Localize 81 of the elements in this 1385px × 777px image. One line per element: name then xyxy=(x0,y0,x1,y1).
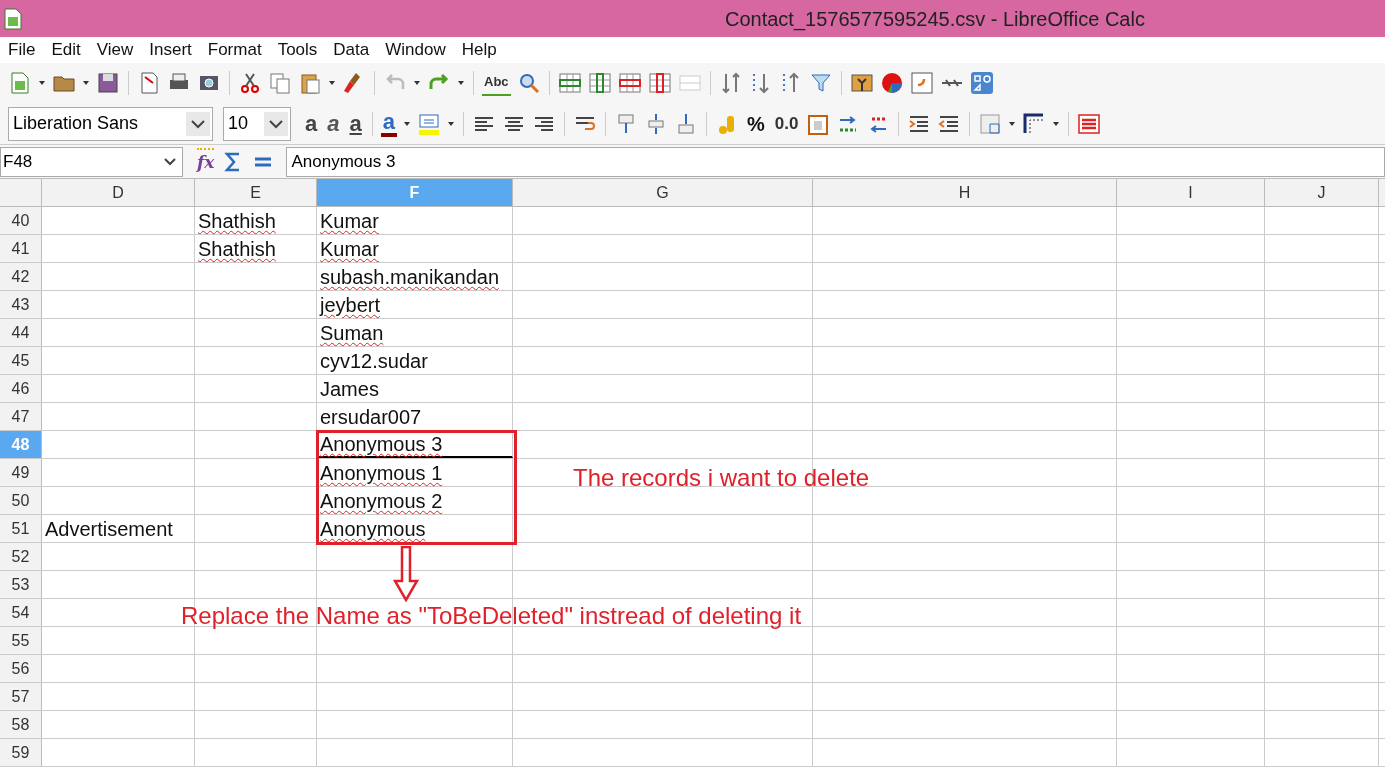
row-header[interactable]: 53 xyxy=(0,571,42,598)
table-cell: Anonymous 1 xyxy=(317,459,513,486)
row-header[interactable]: 56 xyxy=(0,655,42,682)
row-header[interactable]: 59 xyxy=(0,739,42,766)
table-cell: Anonymous xyxy=(317,515,513,542)
table-cell: James xyxy=(317,375,513,402)
column-delete-icon[interactable] xyxy=(647,71,672,95)
table-cell: jeybert xyxy=(317,291,513,318)
column-header[interactable]: J xyxy=(1265,179,1379,206)
down-arrow xyxy=(393,546,419,602)
table-cell: Kumar xyxy=(317,235,513,262)
column-header[interactable]: G xyxy=(513,179,813,206)
menu-item[interactable]: Help xyxy=(453,37,505,63)
table-cell: cyv12.sudar xyxy=(317,347,513,374)
row-header[interactable]: 45 xyxy=(0,347,42,374)
menu-item[interactable]: Edit xyxy=(43,37,89,63)
row-header[interactable]: 52 xyxy=(0,543,42,570)
row-header[interactable]: 43 xyxy=(0,291,42,318)
row-header[interactable]: 57 xyxy=(0,683,42,710)
highlight-color-icon[interactable] xyxy=(417,111,441,136)
column-header[interactable]: D xyxy=(42,179,195,206)
pie-chart-icon[interactable] xyxy=(879,71,904,95)
table-cell: Shathish xyxy=(195,235,317,262)
table-cell: Anonymous 2 xyxy=(317,487,513,514)
row-header[interactable]: 50 xyxy=(0,487,42,514)
row-header[interactable]: 41 xyxy=(0,235,42,262)
spreadsheet-app-icon xyxy=(4,7,22,30)
save-icon[interactable] xyxy=(96,71,120,95)
dropdown-icon xyxy=(264,111,288,136)
row-header[interactable]: 44 xyxy=(0,319,42,346)
row-header[interactable]: 46 xyxy=(0,375,42,402)
row-header[interactable]: 42 xyxy=(0,263,42,290)
column-insert-icon[interactable] xyxy=(587,71,612,95)
font-size-combo[interactable]: 10 xyxy=(223,106,291,141)
row-header[interactable]: 49 xyxy=(0,459,42,486)
row-header[interactable]: 40 xyxy=(0,207,42,234)
font-color-button[interactable]: a xyxy=(380,110,397,137)
shapes-icon[interactable] xyxy=(969,71,994,95)
font-name-combo[interactable]: Liberation Sans xyxy=(8,106,213,141)
row-header[interactable]: 54 xyxy=(0,599,42,626)
scissors-icon[interactable] xyxy=(238,71,262,95)
menu-item[interactable]: Tools xyxy=(269,37,326,63)
table-cell: Kumar xyxy=(317,207,513,234)
column-header[interactable]: I xyxy=(1117,179,1265,206)
row-header[interactable]: 55 xyxy=(0,627,42,654)
decimal-format-button[interactable]: 0.0 xyxy=(772,110,801,137)
formula-input[interactable]: Anonymous 3 xyxy=(286,146,1385,177)
annotation-text: The records i want to delete xyxy=(573,463,870,493)
menu-item[interactable]: Format xyxy=(199,37,270,63)
row-header[interactable]: 51 xyxy=(0,515,42,542)
table-cell: Suman xyxy=(317,319,513,346)
table-cell: ersudar007 xyxy=(317,403,513,430)
table-cell: Advertisement xyxy=(42,515,195,542)
bold-button[interactable]: a xyxy=(303,110,320,137)
underline-button[interactable]: a xyxy=(347,110,364,137)
percent-button[interactable]: % xyxy=(745,110,767,137)
menu-item[interactable]: Data xyxy=(325,37,378,63)
dropdown-icon xyxy=(186,111,210,136)
row-delete-icon[interactable] xyxy=(617,71,642,95)
name-box[interactable]: F48 xyxy=(0,146,183,177)
window-title: Contact_1576577595245.csv - LibreOffice Calc xyxy=(725,6,1145,33)
borders-icon[interactable] xyxy=(978,111,1003,136)
function-wizard-button[interactable]: fx xyxy=(197,147,215,176)
menu-item[interactable]: File xyxy=(0,37,44,63)
table-cell: Shathish xyxy=(195,207,317,234)
pivot-table-icon[interactable] xyxy=(909,71,934,95)
annotation-text: Replace the Name as "ToBeDeleted" instread of deleting it xyxy=(181,601,802,631)
filter-icon[interactable] xyxy=(808,71,833,95)
conditional-format-icon[interactable] xyxy=(1077,111,1102,136)
spellcheck-button[interactable]: Abc xyxy=(482,70,511,96)
clipboard-icon[interactable] xyxy=(298,71,322,95)
table-cell: Anonymous 3 xyxy=(317,431,513,458)
menu-item[interactable]: Insert xyxy=(141,37,200,63)
menu-item[interactable]: Window xyxy=(377,37,454,63)
row-header[interactable]: 47 xyxy=(0,403,42,430)
row-header[interactable]: 58 xyxy=(0,711,42,738)
menu-item[interactable]: View xyxy=(88,37,142,63)
row-insert-icon[interactable] xyxy=(557,71,582,95)
table-cell: subash.manikandan xyxy=(317,263,513,290)
column-header[interactable]: H xyxy=(813,179,1117,206)
italic-button[interactable]: a xyxy=(325,110,342,137)
